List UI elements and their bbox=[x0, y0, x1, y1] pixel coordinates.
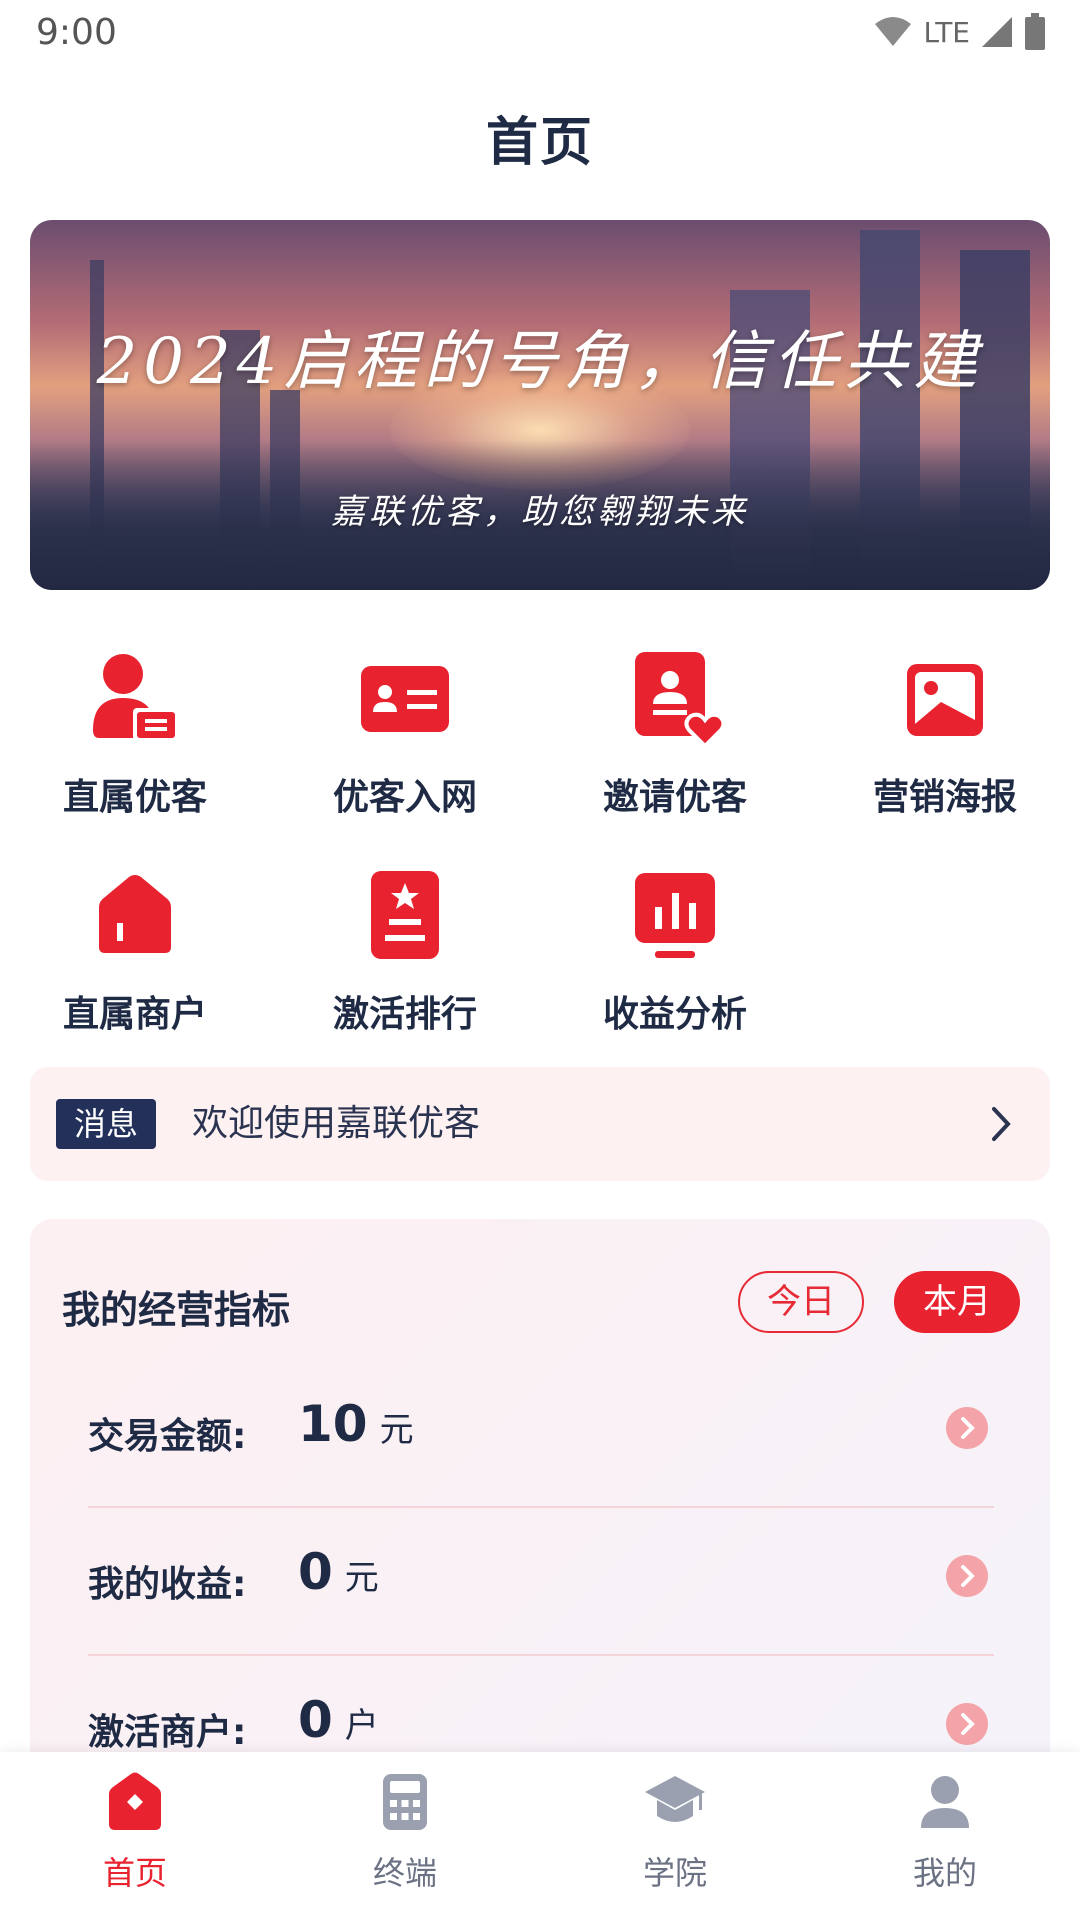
divider bbox=[88, 1654, 994, 1656]
user-card-icon bbox=[85, 650, 185, 750]
page-title: 首页 bbox=[485, 113, 594, 173]
metric-row-transaction-amount[interactable]: 交易金额: 10 元 bbox=[88, 1381, 994, 1481]
feature-label: 营销海报 bbox=[872, 777, 1017, 818]
bar-chart-icon bbox=[625, 867, 725, 967]
filter-month-button[interactable]: 本月 bbox=[894, 1271, 1020, 1333]
metric-number: 0 bbox=[298, 1691, 333, 1749]
nav-terminal[interactable]: 终端 bbox=[270, 1770, 540, 1894]
feature-youke-onboarding[interactable]: 优客入网 bbox=[290, 650, 520, 820]
feature-direct-merchant[interactable]: 直属商户 bbox=[20, 867, 250, 1037]
poster-image-icon bbox=[895, 650, 995, 750]
person-icon bbox=[913, 1770, 977, 1834]
metric-label: 激活商户: bbox=[88, 1712, 247, 1753]
graduation-cap-icon bbox=[643, 1770, 707, 1834]
nav-label: 终端 bbox=[372, 1854, 437, 1892]
feature-invite-youke[interactable]: 邀请优客 bbox=[560, 650, 790, 820]
feature-label: 优客入网 bbox=[332, 777, 477, 818]
message-bar[interactable]: 消息 欢迎使用嘉联优客 bbox=[30, 1067, 1050, 1181]
promo-banner[interactable]: 2024启程的号角，信任共建 嘉联优客，助您翱翔未来 bbox=[30, 220, 1050, 590]
feature-earnings-analysis[interactable]: 收益分析 bbox=[560, 867, 790, 1037]
chevron-right-icon bbox=[992, 1107, 1011, 1141]
status-bar: 9:00 LTE bbox=[0, 0, 1080, 64]
divider bbox=[88, 1506, 994, 1508]
metric-label: 交易金额: bbox=[88, 1416, 247, 1457]
metric-label: 我的收益: bbox=[88, 1564, 247, 1605]
chevron-right-icon bbox=[946, 1703, 988, 1745]
ranking-star-icon bbox=[355, 867, 455, 967]
bottom-nav: 首页 终端 学院 我的 bbox=[0, 1752, 1080, 1920]
banner-subtitle: 嘉联优客，助您翱翔未来 bbox=[331, 492, 749, 532]
message-text: 欢迎使用嘉联优客 bbox=[192, 1103, 481, 1144]
metric-value: 0元 bbox=[298, 1543, 379, 1601]
filter-today-button[interactable]: 今日 bbox=[738, 1271, 864, 1333]
message-badge: 消息 bbox=[56, 1099, 157, 1149]
metric-unit: 元 bbox=[344, 1558, 379, 1598]
home-icon bbox=[103, 1770, 167, 1834]
store-house-icon bbox=[85, 867, 185, 967]
metric-number: 10 bbox=[298, 1395, 368, 1453]
nav-label: 我的 bbox=[912, 1854, 977, 1892]
status-icons: LTE bbox=[873, 12, 1046, 52]
feature-marketing-poster[interactable]: 营销海报 bbox=[830, 650, 1060, 820]
metrics-title: 我的经营指标 bbox=[62, 1288, 291, 1332]
wifi-icon bbox=[875, 17, 912, 46]
feature-label: 直属优客 bbox=[62, 777, 207, 818]
business-metrics-card: 我的经营指标 今日 本月 交易金额: 10 元 我的收益: 0元 激活商户: 0户 bbox=[30, 1219, 1050, 1779]
signal-icon bbox=[982, 17, 1012, 47]
metric-value: 0户 bbox=[298, 1691, 379, 1749]
nav-label: 学院 bbox=[642, 1854, 707, 1892]
feature-label: 邀请优客 bbox=[602, 777, 747, 818]
metric-row-my-earnings[interactable]: 我的收益: 0元 bbox=[88, 1529, 994, 1629]
battery-icon bbox=[1025, 13, 1045, 50]
nav-mine[interactable]: 我的 bbox=[810, 1770, 1080, 1894]
nav-home[interactable]: 首页 bbox=[0, 1770, 270, 1894]
metric-value: 10 元 bbox=[298, 1395, 414, 1453]
invite-heart-icon bbox=[625, 650, 726, 750]
chevron-right-icon bbox=[946, 1555, 988, 1597]
feature-direct-youke[interactable]: 直属优客 bbox=[20, 650, 250, 820]
metric-unit: 元 bbox=[379, 1410, 414, 1450]
feature-activation-ranking[interactable]: 激活排行 bbox=[290, 867, 520, 1037]
feature-label: 收益分析 bbox=[602, 994, 747, 1035]
nav-label: 首页 bbox=[102, 1854, 167, 1892]
banner-headline: 2024启程的号角，信任共建 bbox=[96, 325, 984, 399]
feature-label: 激活排行 bbox=[332, 994, 477, 1035]
network-label: LTE bbox=[923, 15, 970, 49]
metric-number: 0 bbox=[298, 1543, 333, 1601]
nav-academy[interactable]: 学院 bbox=[540, 1770, 810, 1894]
status-time: 9:00 bbox=[36, 12, 117, 53]
calculator-icon bbox=[373, 1770, 437, 1834]
id-card-icon bbox=[355, 650, 455, 750]
feature-label: 直属商户 bbox=[62, 994, 207, 1035]
chevron-right-icon bbox=[946, 1407, 988, 1449]
metric-unit: 户 bbox=[344, 1706, 379, 1746]
